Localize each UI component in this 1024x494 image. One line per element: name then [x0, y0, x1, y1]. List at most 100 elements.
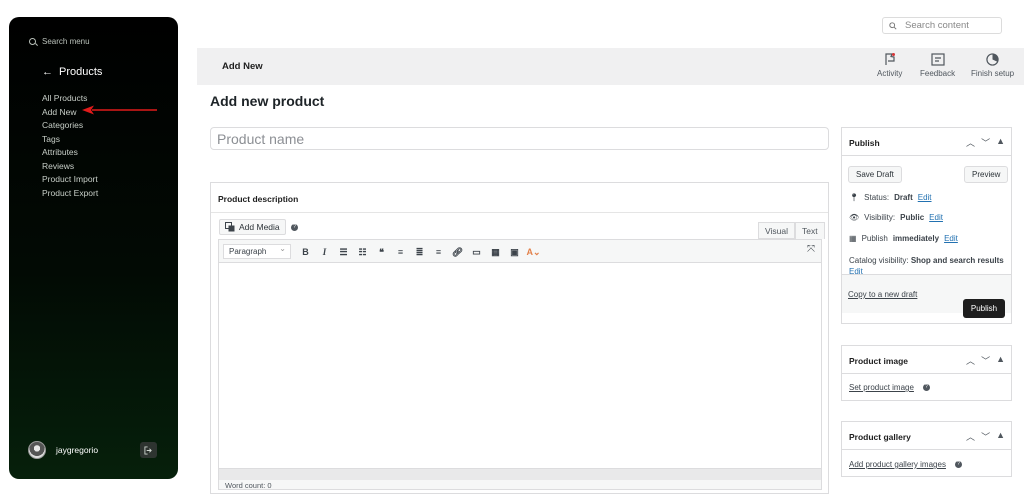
- tab-visual[interactable]: Visual: [758, 222, 795, 239]
- preview-button[interactable]: Preview: [964, 166, 1009, 183]
- tab-text[interactable]: Text: [795, 222, 825, 239]
- divider: [211, 212, 828, 213]
- copy-to-draft-link[interactable]: Copy to a new draft: [848, 290, 917, 299]
- chevron-down-icon[interactable]: ﹀: [981, 354, 990, 367]
- header-title: Add New: [222, 61, 263, 72]
- format-select[interactable]: Paragraph: [223, 242, 291, 259]
- product-name-input[interactable]: Product name: [210, 127, 829, 150]
- editor-area[interactable]: [218, 263, 822, 468]
- word-count: Word count: 0: [225, 481, 272, 490]
- feedback-button[interactable]: Feedback: [920, 53, 955, 78]
- edit-visibility-link[interactable]: Edit: [929, 213, 943, 222]
- calendar-icon: ▦: [849, 234, 857, 243]
- sidebar-item-attributes[interactable]: Attributes: [42, 146, 98, 160]
- logout-icon: [144, 445, 152, 455]
- align-center-icon[interactable]: ≣: [410, 245, 429, 259]
- keyboard-icon[interactable]: ▦: [486, 245, 505, 259]
- pin-icon: 📍︎: [849, 193, 860, 202]
- activity-label: Activity: [877, 69, 903, 78]
- catalog-visibility-value: Shop and search results: [910, 256, 1004, 265]
- page-header: Add New Activity Feedback Finish setup: [197, 48, 1024, 85]
- align-left-icon[interactable]: ≡: [391, 245, 410, 259]
- chevron-up-icon[interactable]: ︿: [966, 430, 975, 443]
- numbered-list-icon[interactable]: ☷: [353, 245, 372, 259]
- set-image-row: Set product image ?: [849, 383, 930, 392]
- italic-icon[interactable]: I: [315, 245, 334, 259]
- product-gallery-title: Product gallery: [849, 432, 911, 442]
- search-placeholder: Search content: [905, 20, 969, 31]
- user-profile[interactable]: jaygregorio: [28, 441, 98, 459]
- toggle-panel-icon[interactable]: ▲: [996, 430, 1005, 443]
- back-to-products[interactable]: ← Products: [42, 66, 102, 78]
- publish-date-value: immediately: [892, 234, 940, 243]
- publish-title: Publish: [849, 138, 880, 148]
- read-more-icon[interactable]: ▭: [467, 245, 486, 259]
- publish-button[interactable]: Publish: [963, 299, 1005, 318]
- logout-button[interactable]: [140, 442, 157, 458]
- status-row: 📍︎ Status: Draft Edit: [849, 193, 932, 202]
- bullet-list-icon[interactable]: ☰: [334, 245, 353, 259]
- add-gallery-row: Add product gallery images ?: [849, 460, 962, 469]
- sidebar-item-product-import[interactable]: Product Import: [42, 173, 98, 187]
- page-title: Add new product: [210, 93, 325, 109]
- link-icon[interactable]: 🔗︎: [448, 245, 467, 259]
- username: jaygregorio: [56, 445, 99, 455]
- product-image-panel: Product image ︿ ﹀ ▲ Set product image ?: [841, 345, 1012, 401]
- product-gallery-panel: Product gallery ︿ ﹀ ▲ Add product galler…: [841, 421, 1012, 477]
- eye-icon: 👁︎: [849, 213, 860, 222]
- ai-icon[interactable]: A⌄: [524, 245, 543, 259]
- sidebar: Search menu ← Products All Products Add …: [9, 17, 178, 479]
- visibility-value: Public: [900, 213, 925, 222]
- search-icon: [29, 38, 36, 45]
- avatar: [28, 441, 46, 459]
- fullscreen-icon[interactable]: ⤧: [807, 244, 815, 255]
- editor-toolbar: Paragraph B I ☰ ☷ ❝ ≡ ≣ ≡ 🔗︎ ▭ ▦ ▣ A⌄ ⤧: [218, 239, 822, 263]
- add-media-button[interactable]: Add Media: [219, 219, 286, 235]
- finish-setup-label: Finish setup: [971, 69, 1015, 78]
- monitor-icon[interactable]: ▣: [505, 245, 524, 259]
- progress-icon: [986, 53, 999, 66]
- sidebar-search-label: Search menu: [42, 37, 90, 46]
- sidebar-item-product-export[interactable]: Product Export: [42, 187, 98, 201]
- sidebar-section-title: Products: [59, 66, 103, 78]
- activity-button[interactable]: Activity: [877, 53, 902, 78]
- sidebar-item-tags[interactable]: Tags: [42, 133, 98, 147]
- toggle-panel-icon[interactable]: ▲: [996, 136, 1005, 149]
- visibility-row: 👁︎ Visibility: Public Edit: [849, 213, 943, 222]
- description-title: Product description: [218, 194, 299, 204]
- chevron-up-icon[interactable]: ︿: [966, 354, 975, 367]
- publish-date-row: ▦ Publish immediately Edit: [849, 234, 958, 243]
- finish-setup-button[interactable]: Finish setup: [971, 53, 1014, 78]
- sidebar-item-categories[interactable]: Categories: [42, 119, 98, 133]
- edit-status-link[interactable]: Edit: [918, 193, 932, 202]
- feedback-label: Feedback: [920, 69, 956, 78]
- search-content-input[interactable]: Search content: [882, 17, 1002, 34]
- help-icon[interactable]: ?: [954, 461, 962, 468]
- sidebar-item-reviews[interactable]: Reviews: [42, 160, 98, 174]
- bold-icon[interactable]: B: [296, 245, 315, 259]
- search-icon: [889, 21, 897, 30]
- editor-statusbar: Word count: 0: [218, 468, 822, 490]
- chevron-down-icon[interactable]: ﹀: [981, 430, 990, 443]
- add-media-label: Add Media: [239, 222, 280, 232]
- help-icon[interactable]: ?: [922, 384, 930, 391]
- quote-icon[interactable]: ❝: [372, 245, 391, 259]
- set-product-image-link[interactable]: Set product image: [849, 383, 914, 392]
- save-draft-button[interactable]: Save Draft: [848, 166, 902, 183]
- sidebar-search[interactable]: Search menu: [29, 37, 90, 46]
- chevron-up-icon[interactable]: ︿: [966, 136, 975, 149]
- status-value: Draft: [894, 193, 913, 202]
- edit-publish-date-link[interactable]: Edit: [944, 234, 958, 243]
- arrow-left-icon: ←: [42, 66, 53, 78]
- chevron-down-icon[interactable]: ﹀: [981, 136, 990, 149]
- align-right-icon[interactable]: ≡: [429, 245, 448, 259]
- add-gallery-images-link[interactable]: Add product gallery images: [849, 460, 946, 469]
- feedback-icon: [930, 53, 945, 66]
- media-icon: [225, 222, 235, 232]
- help-icon[interactable]: ?: [291, 224, 298, 231]
- product-image-title: Product image: [849, 356, 909, 366]
- toggle-panel-icon[interactable]: ▲: [996, 354, 1005, 367]
- publish-panel: Publish ︿ ﹀ ▲ Save Draft Preview 📍︎ Stat…: [841, 127, 1012, 324]
- publish-actions: Copy to a new draft Publish: [842, 274, 1011, 318]
- annotation-arrow: [82, 105, 157, 115]
